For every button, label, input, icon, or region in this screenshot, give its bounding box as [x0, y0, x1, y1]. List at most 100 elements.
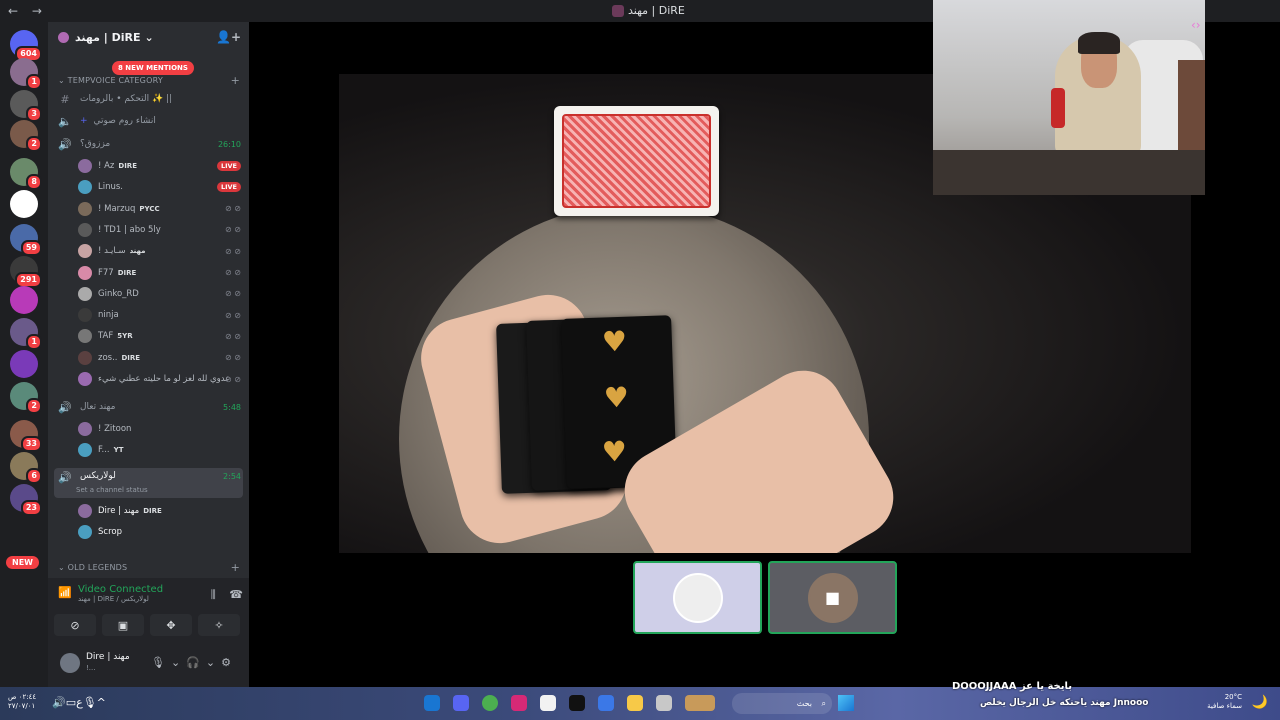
voice-user[interactable]: Dire | مهند DIRE [78, 501, 243, 521]
voice-user[interactable]: F... YT [78, 440, 243, 460]
voice-status: 📶 Video Connected مهند | DiRE / لولاريكس… [58, 584, 243, 603]
discord-home-icon-icon[interactable]: 604 [10, 30, 42, 62]
live-badge[interactable]: LIVE [216, 161, 241, 171]
server-10-icon[interactable] [10, 350, 38, 378]
participant-tile-1[interactable] [633, 561, 762, 634]
chevron-up-icon[interactable]: ^ [97, 696, 106, 709]
chevron-down-icon[interactable]: ⌄ [206, 656, 221, 669]
gear-icon[interactable]: ⚙ [221, 656, 237, 669]
folder-app-icon[interactable] [627, 695, 643, 711]
channel-create-voice[interactable]: 🔈 + انشاء روم صوتي [58, 111, 243, 131]
mention-badge: 3 [26, 106, 42, 122]
headphones-icon[interactable]: 🎧 [186, 656, 206, 669]
server-4-icon[interactable]: 8 [10, 158, 42, 190]
chrome-app-icon[interactable] [482, 695, 498, 711]
back-arrow-icon[interactable]: ← [8, 4, 18, 18]
chevron-down-icon[interactable]: ⌄ [171, 656, 186, 669]
voice-user[interactable]: F77 DIRE ⊘ ⊘ [78, 263, 243, 283]
voice-user[interactable]: عدوي لله لعز لو ما حليته عطني شيء ⊘ ⊘ [78, 369, 243, 389]
noise-suppression-icon[interactable]: ⫼ [211, 588, 216, 601]
taskbar-search[interactable]: بحث ⌕ [732, 693, 832, 714]
add-channel-icon[interactable]: + [231, 561, 240, 574]
live-badge[interactable]: LIVE [216, 182, 241, 193]
server-3-icon[interactable]: 2 [10, 120, 42, 152]
chevron-down-icon: ⌄ [58, 563, 68, 572]
voice-user[interactable]: ninja ⊘ ⊘ [78, 305, 243, 325]
channel-control[interactable]: # التحكم • بالرومات ✨ || [58, 89, 243, 109]
server-5-icon[interactable] [10, 190, 38, 218]
soundboard-button[interactable]: ✧ [198, 614, 240, 636]
new-mentions-pill[interactable]: 8 NEW MENTIONS [112, 61, 194, 75]
server-14-icon[interactable]: 23 [10, 484, 42, 516]
category-tempvoice[interactable]: ⌄ TEMPVOICE CATEGORY + [58, 74, 240, 87]
app-icon[interactable] [424, 695, 440, 711]
voice-user[interactable]: Scrop [78, 522, 243, 542]
voice-user[interactable]: ! Marzuq PYCC ⊘ ⊘ [78, 199, 243, 219]
signal-icon[interactable]: 📶 [58, 586, 72, 599]
clock[interactable]: ٠٢:٤٤ ص ٢٧/٠٧/٠١ [8, 693, 36, 711]
discord-app-icon[interactable] [453, 695, 469, 711]
user-panel: Dire | مهند !... 🎙⌄🎧⌄⚙ [48, 642, 249, 687]
camera-off-button[interactable]: ⊘ [54, 614, 96, 636]
voice-user[interactable]: Ginko_RD ⊘ ⊘ [78, 284, 243, 304]
voice-user[interactable]: TAF 5YR ⊘ ⊘ [78, 326, 243, 346]
server-2-icon[interactable]: 3 [10, 90, 42, 122]
speaker-icon: 🔊 [58, 400, 72, 414]
activities-button[interactable]: ✥ [150, 614, 192, 636]
tiktok-app-icon[interactable] [569, 695, 585, 711]
voice-channel-2[interactable]: 🔊 مهند تعال 5:48 [58, 397, 243, 417]
guild-header[interactable]: مهند | DiRE ⌄ 👤+ [48, 22, 249, 52]
windows-start-icon[interactable] [838, 695, 854, 711]
voice-channel-3[interactable]: 🔊 لولاريكس 2:54 Set a channel status [54, 468, 243, 498]
screen-share-button[interactable]: ▣ [102, 614, 144, 636]
voice-user[interactable]: ! TD1 | abo 5ly ⊘ ⊘ [78, 220, 243, 240]
avatar[interactable] [60, 653, 80, 673]
voice-user[interactable]: ! سـايـد مهند ⊘ ⊘ [78, 241, 243, 261]
mention-badge: 6 [26, 468, 42, 484]
username[interactable]: Dire | مهند [86, 652, 130, 662]
voice-user[interactable]: Linus. LIVE [78, 177, 243, 197]
store-app-icon[interactable] [598, 695, 614, 711]
microphone-icon[interactable]: 🎙 [151, 656, 171, 669]
channel-status[interactable]: Set a channel status [76, 486, 148, 494]
category-old-legends[interactable]: ⌄ OLD LEGENDS + [58, 561, 240, 574]
user-tag: DIRE [143, 507, 162, 515]
server-6-icon[interactable]: 59 [10, 224, 42, 256]
forward-arrow-icon[interactable]: → [32, 4, 42, 18]
add-channel-icon[interactable]: + [231, 74, 240, 87]
voice-user[interactable]: ! Az DIRE LIVE [78, 156, 243, 176]
language-indicator[interactable]: ع [76, 696, 83, 709]
invite-people-icon[interactable]: 👤+ [216, 30, 241, 44]
muted-icon: ⊘ ⊘ [225, 374, 241, 384]
webcam-overlay: ‹› [933, 0, 1205, 195]
muted-icon: ⊘ ⊘ [225, 353, 241, 363]
server-8-icon[interactable] [10, 286, 38, 314]
server-11-icon[interactable]: 2 [10, 382, 42, 414]
server-7-icon[interactable]: 291 [10, 256, 42, 288]
server-12-icon[interactable]: 33 [10, 420, 42, 452]
user-status: !... [86, 664, 96, 672]
microphone-icon[interactable]: 🎙 [83, 696, 97, 709]
avatar [78, 329, 92, 344]
heart-icon: ♥ [601, 324, 628, 359]
app-icon[interactable] [656, 695, 672, 711]
app-icon[interactable] [685, 695, 715, 711]
new-badge[interactable]: NEW [6, 556, 39, 569]
weather-widget[interactable]: 20°C سماء صافية [1207, 693, 1242, 711]
mention-badge: 1 [26, 74, 42, 90]
server-13-icon[interactable]: 6 [10, 452, 42, 484]
volume-icon[interactable]: 🔊 [52, 696, 66, 709]
participant-tile-2[interactable]: ■ [768, 561, 897, 634]
avatar [78, 201, 92, 216]
notion-app-icon[interactable] [540, 695, 556, 711]
server-1-icon[interactable]: 1 [10, 58, 42, 90]
user-tag: DIRE [118, 162, 137, 170]
server-9-icon[interactable]: 1 [10, 318, 42, 350]
instagram-app-icon[interactable] [511, 695, 527, 711]
display-icon[interactable]: ▭ [66, 696, 76, 709]
voice-user[interactable]: zos.. DIRE ⊘ ⊘ [78, 348, 243, 368]
system-tray: 🔊▭ع🎙^ [52, 696, 106, 709]
voice-channel-1[interactable]: 🔊 مززوق؟ 26:10 [58, 134, 243, 154]
voice-user[interactable]: ! Zitoon [78, 419, 243, 439]
disconnect-icon[interactable]: ☎ [229, 588, 243, 601]
